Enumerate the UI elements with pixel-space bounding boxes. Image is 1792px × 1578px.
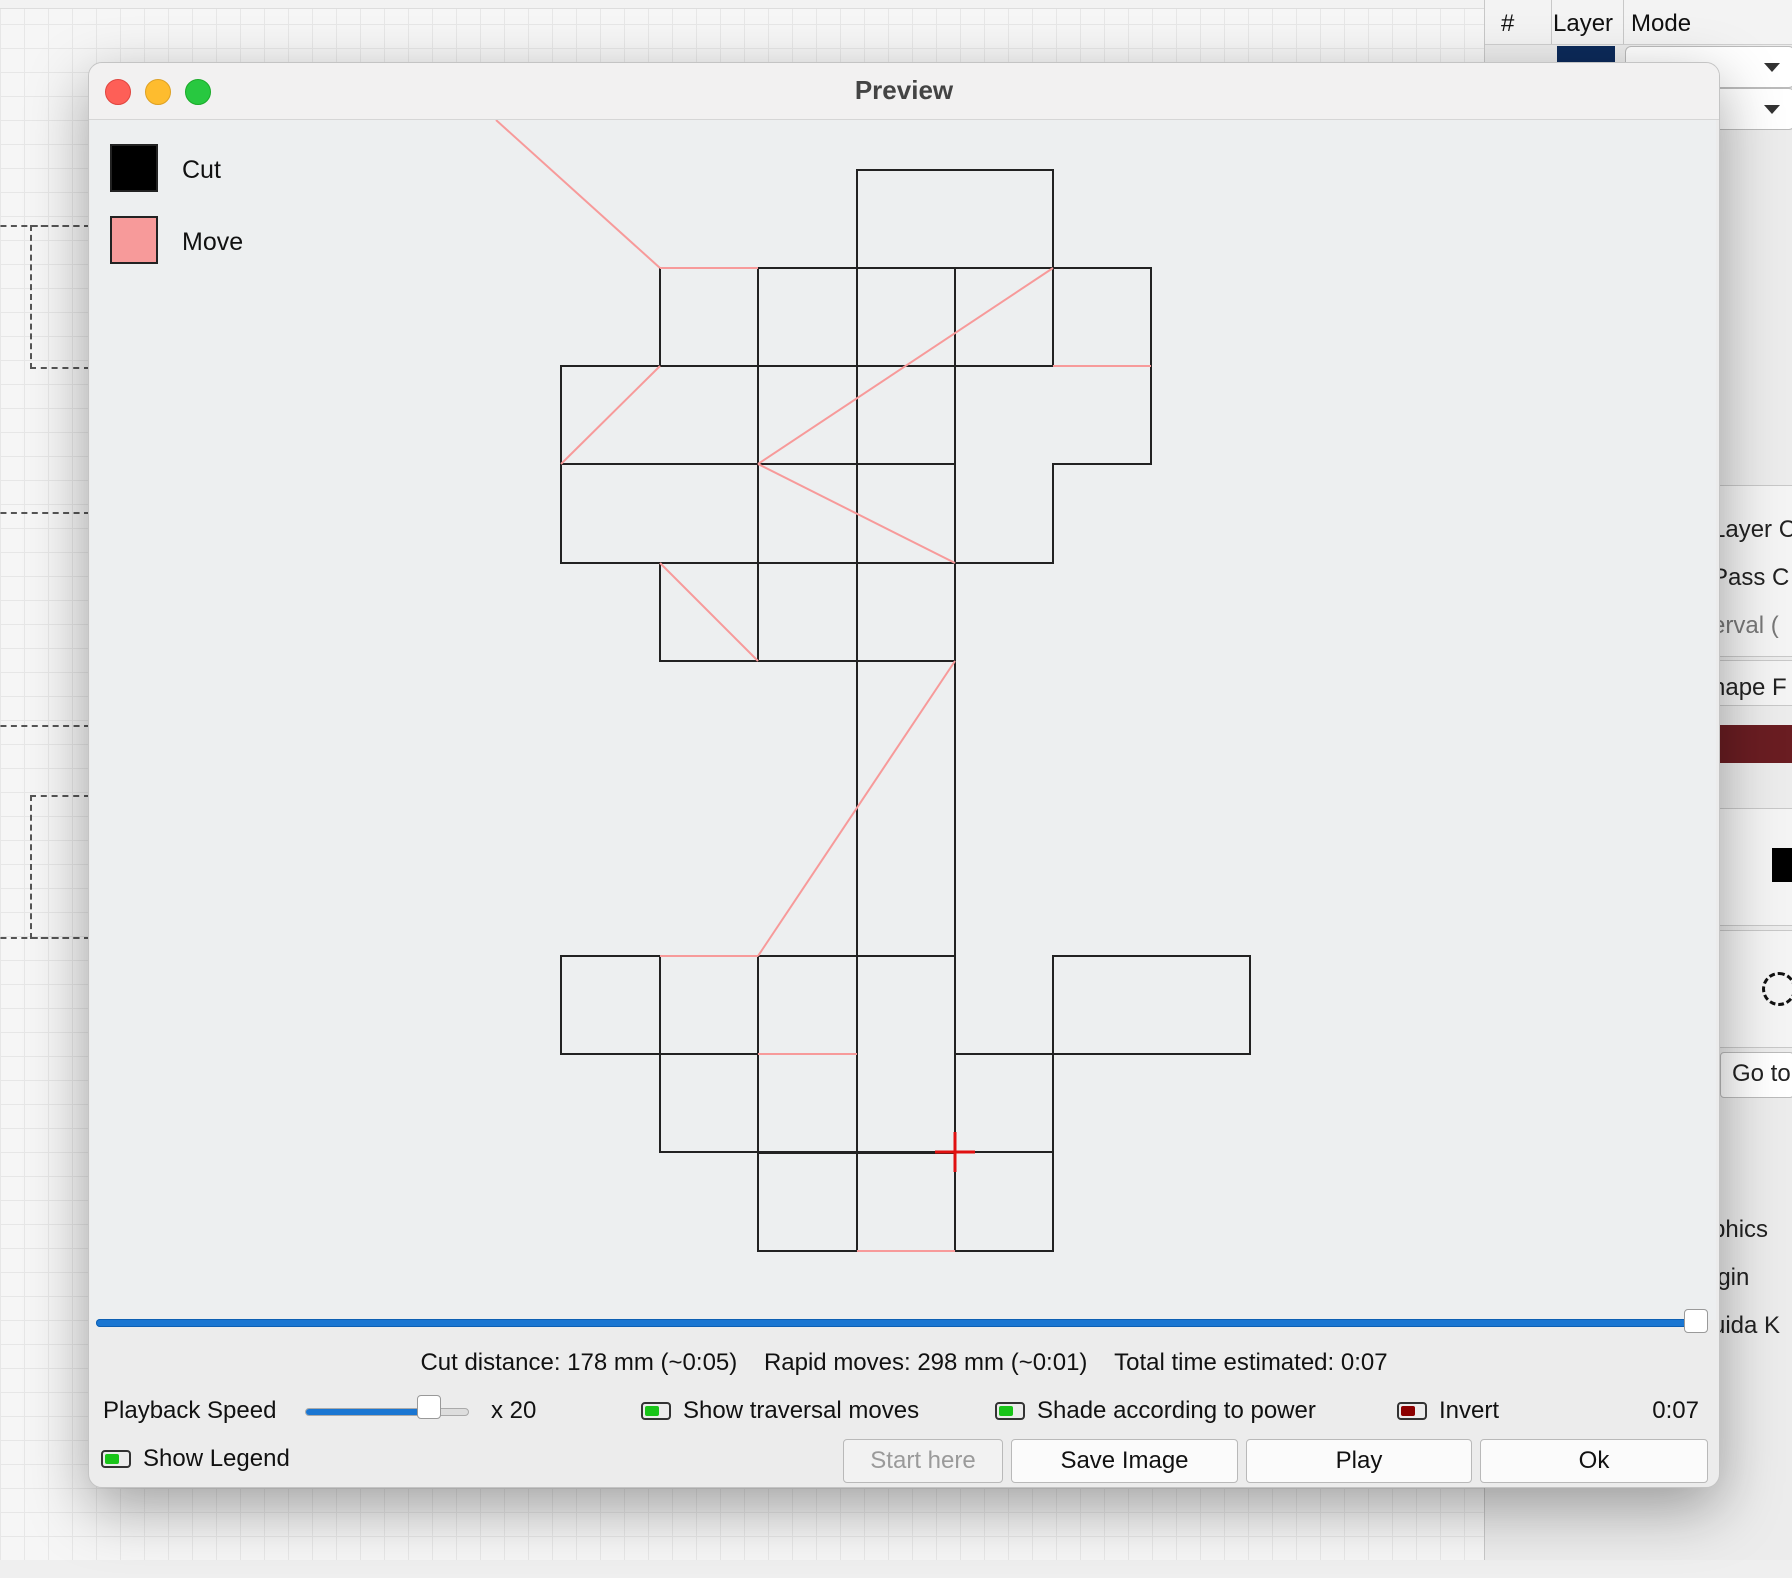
cut-square	[856, 169, 1054, 269]
cut-square	[659, 955, 759, 1055]
toggle-icon[interactable]	[101, 1450, 131, 1468]
shade-power-label: Shade according to power	[1037, 1397, 1316, 1424]
side-label: Pass C	[1712, 564, 1790, 591]
preview-dialog: Preview Cut Move Cut distance: 178 mm (~…	[88, 62, 1720, 1488]
cut-square	[856, 365, 956, 465]
cut-square	[560, 365, 759, 465]
top-ruler	[0, 0, 1485, 9]
side-label: Go to	[1732, 1060, 1791, 1087]
cut-square	[659, 1053, 759, 1153]
show-legend-toggle[interactable]: Show Legend	[101, 1445, 290, 1473]
col-layer: Layer	[1553, 10, 1614, 37]
save-image-button[interactable]: Save Image	[1011, 1439, 1238, 1483]
cut-distance-stat: Cut distance: 178 mm (~0:05)	[420, 1349, 738, 1376]
move-color-swatch	[110, 216, 158, 264]
start-here-button[interactable]: Start here	[843, 1439, 1003, 1483]
side-label: phics	[1712, 1216, 1769, 1243]
speed-track[interactable]	[305, 1408, 469, 1416]
cut-square	[757, 463, 858, 564]
bg-dashed-shape	[30, 225, 90, 369]
playback-controls: Playback Speed x 20 Show traversal moves…	[89, 1391, 1719, 1431]
col-number: #	[1501, 10, 1515, 37]
side-label: uida K	[1712, 1312, 1781, 1339]
cut-paths	[560, 169, 1251, 1252]
bg-dashed-shape	[30, 795, 90, 939]
dashed-circle-icon[interactable]	[1762, 972, 1792, 1006]
cut-square	[757, 365, 858, 465]
play-button[interactable]: Play	[1246, 1439, 1472, 1483]
cut-square	[954, 1053, 1054, 1153]
bottom-strip	[0, 1560, 1792, 1578]
show-legend-label: Show Legend	[143, 1445, 290, 1472]
side-label: hape F	[1712, 674, 1787, 701]
cut-square	[659, 267, 759, 367]
progress-track[interactable]	[96, 1319, 1708, 1327]
cut-square	[560, 955, 661, 1055]
elapsed-time: 0:07	[1652, 1397, 1699, 1424]
move-line	[659, 562, 759, 662]
preview-canvas[interactable]: Cut Move	[90, 120, 1716, 1320]
side-black-block	[1772, 848, 1792, 882]
invert-label: Invert	[1439, 1397, 1500, 1424]
side-color-bar	[1720, 725, 1792, 763]
title-bar: Preview	[89, 63, 1719, 120]
legend-move-label: Move	[182, 228, 244, 256]
playback-speed-label: Playback Speed	[103, 1397, 277, 1424]
playback-progress-slider[interactable]	[96, 1309, 1708, 1333]
speed-handle[interactable]	[417, 1395, 441, 1419]
cut-square	[560, 463, 759, 564]
toggle-icon[interactable]	[641, 1402, 671, 1420]
shade-power-toggle[interactable]: Shade according to power	[995, 1397, 1316, 1425]
col-mode: Mode	[1631, 10, 1692, 37]
show-traversal-label: Show traversal moves	[683, 1397, 920, 1424]
dialog-bottom-row: Show Legend Start here Save Image Play O…	[89, 1439, 1719, 1483]
progress-handle[interactable]	[1684, 1309, 1708, 1333]
show-traversal-toggle[interactable]: Show traversal moves	[641, 1397, 919, 1425]
cut-square	[856, 463, 956, 564]
cut-square	[954, 1151, 1054, 1252]
cut-square	[757, 1151, 858, 1252]
window-title: Preview	[854, 75, 954, 105]
invert-toggle[interactable]: Invert	[1397, 1397, 1499, 1425]
move-line	[560, 365, 661, 465]
position-cursor-icon	[935, 1132, 975, 1172]
cut-shape	[954, 365, 1152, 564]
legend-cut-label: Cut	[182, 156, 221, 184]
side-label: erval (	[1712, 612, 1779, 639]
rapid-moves-stat: Rapid moves: 298 mm (~0:01)	[763, 1349, 1088, 1376]
cut-square	[856, 267, 956, 367]
total-time-stat: Total time estimated: 0:07	[1114, 1349, 1388, 1376]
toggle-icon[interactable]	[1397, 1402, 1427, 1420]
toolpath-drawing	[495, 120, 1251, 1252]
cut-square	[1052, 267, 1152, 367]
cut-column	[856, 955, 956, 1154]
speed-multiplier: x 20	[491, 1397, 537, 1424]
toggle-icon[interactable]	[995, 1402, 1025, 1420]
side-label: Layer C	[1712, 516, 1792, 543]
cut-square	[856, 1151, 956, 1252]
playback-speed-slider[interactable]	[305, 1395, 469, 1422]
cut-square	[757, 267, 858, 367]
cut-square	[1052, 955, 1251, 1055]
ok-button[interactable]: Ok	[1480, 1439, 1708, 1483]
cut-color-swatch	[110, 144, 158, 192]
cut-square	[757, 562, 858, 662]
move-line	[495, 120, 661, 269]
stats-line: Cut distance: 178 mm (~0:05) Rapid moves…	[89, 1349, 1719, 1377]
cut-square	[856, 562, 956, 662]
layers-table-header: # Layer Mode	[1485, 0, 1792, 45]
cut-column	[856, 660, 956, 957]
